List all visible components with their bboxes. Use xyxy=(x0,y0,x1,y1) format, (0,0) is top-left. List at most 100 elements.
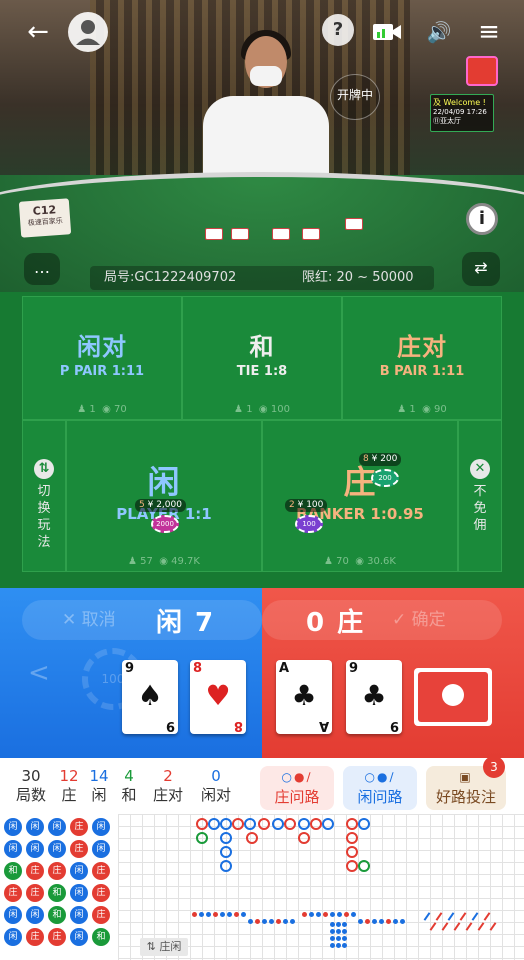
prev-arrow-icon[interactable]: < xyxy=(28,658,50,688)
small-road-dot xyxy=(192,912,197,917)
small-road-dot xyxy=(365,919,370,924)
table-name: 极速百家乐 xyxy=(27,216,64,228)
stats-bar: 30 局数 12 庄 14 闲 4和 2 庄对 0 闲对 ○●∕ 庄问路 ○●∕ 闲问路 … xyxy=(0,758,524,814)
small-road-dot xyxy=(227,912,232,917)
bead-banker: 庄 xyxy=(70,818,88,836)
tie-odds: TIE 1:8 xyxy=(236,364,288,379)
banker-pair-stats: ♟ 1 ◉ 90 xyxy=(397,404,447,415)
banker-score: 0 庄 xyxy=(306,608,366,638)
welcome-line-2: 22/04/09 17:26 xyxy=(433,108,487,116)
switch-mode-label: 切换玩法 xyxy=(37,484,51,550)
big-road-ring xyxy=(208,818,220,830)
small-road-dot xyxy=(323,912,328,917)
switch-view-icon[interactable]: ⇄ xyxy=(462,252,500,286)
bead-banker: 庄 xyxy=(70,840,88,858)
table-card xyxy=(205,228,223,240)
small-road-dot xyxy=(283,919,288,924)
big-road-ring xyxy=(220,846,232,858)
big-road-ring xyxy=(284,818,296,830)
round-info-bar: 局号:GC1222409702 限红: 20 ~ 50000 xyxy=(90,266,434,290)
small-road-dot xyxy=(386,919,391,924)
player-score: 闲 7 xyxy=(156,608,216,638)
table-card xyxy=(345,218,363,230)
bead-player: 闲 xyxy=(4,928,22,946)
bead-banker: 庄 xyxy=(92,884,110,902)
big-road-ring xyxy=(258,818,270,830)
table-card xyxy=(302,228,320,240)
banker-pair-odds: B PAIR 1:11 xyxy=(379,364,465,379)
round-number: 局号:GC1222409702 xyxy=(104,270,237,285)
small-road-dot xyxy=(336,929,341,934)
chat-icon[interactable]: … xyxy=(24,253,60,285)
bead-player: 闲 xyxy=(4,818,22,836)
small-road-dot xyxy=(330,912,335,917)
small-road-dot xyxy=(342,936,347,941)
bead-player: 闲 xyxy=(70,928,88,946)
player-chip: 2000 xyxy=(151,515,179,533)
avatar[interactable] xyxy=(68,12,108,52)
big-road-ring xyxy=(220,860,232,872)
player-pair-odds: P PAIR 1:11 xyxy=(59,364,145,379)
no-commission-button[interactable]: ✕ 不免佣 xyxy=(458,420,502,572)
small-road-dot xyxy=(342,943,347,948)
banker-chip-tag-2: 2 ¥ 100 xyxy=(285,499,328,512)
big-road-ring xyxy=(298,832,310,844)
table-sign: C12 极速百家乐 xyxy=(18,198,72,238)
bead-player: 闲 xyxy=(48,840,66,858)
back-icon[interactable]: ← xyxy=(20,12,56,52)
cancel-button[interactable]: ✕ 取消 xyxy=(22,600,262,640)
bead-player: 闲 xyxy=(70,906,88,924)
bet-banker-pair[interactable]: 庄对 B PAIR 1:11 ♟ 1 ◉ 90 xyxy=(342,296,502,420)
stat-player: 14 闲 xyxy=(89,767,109,805)
switch-mode-button[interactable]: ⇅ 切换玩法 xyxy=(22,420,66,572)
info-icon[interactable]: i xyxy=(466,203,498,235)
small-road-dot xyxy=(316,912,321,917)
player-chip-tag: 5 ¥ 2,000 xyxy=(135,499,186,512)
bet-player[interactable]: 闲 PLAYER 1:1 ♟ 57 ◉ 49.7K 5 ¥ 2,000 2000 xyxy=(66,420,262,572)
stat-tie: 4和 xyxy=(121,767,137,805)
player-pair-title: 闲对 xyxy=(77,333,127,361)
road-ask-toggle[interactable]: ⇅ 庄闲 xyxy=(140,938,188,956)
gift-icon[interactable] xyxy=(466,56,498,86)
player-ask-road-button[interactable]: ○●∕ 闲问路 xyxy=(343,766,417,810)
bet-player-pair[interactable]: 闲对 P PAIR 1:11 ♟ 1 ◉ 70 xyxy=(22,296,182,420)
small-road-dot xyxy=(330,943,335,948)
menu-icon[interactable]: ≡ xyxy=(472,12,506,52)
bead-banker: 庄 xyxy=(48,862,66,880)
big-road-ring xyxy=(346,846,358,858)
player-pair-stats: ♟ 1 ◉ 70 xyxy=(77,404,127,415)
betting-board: 闲对 P PAIR 1:11 ♟ 1 ◉ 70 和 TIE 1:8 ♟ 1 ◉ … xyxy=(0,292,524,588)
bead-player: 闲 xyxy=(26,906,44,924)
big-road-ring xyxy=(196,818,208,830)
banker-chip-1: 200 xyxy=(371,469,399,487)
small-road-dot xyxy=(330,922,335,927)
bead-tie: 和 xyxy=(48,884,66,902)
big-road-ring xyxy=(272,818,284,830)
help-icon[interactable]: ? xyxy=(322,14,354,46)
bet-banker[interactable]: 庄 BANKER 1:0.95 ♟ 70 ◉ 30.6K 8 ¥ 200 200… xyxy=(262,420,458,572)
small-road-dot xyxy=(336,943,341,948)
tie-title: 和 xyxy=(249,333,275,361)
switch-icon: ⇅ xyxy=(34,459,54,479)
welcome-panel: 及 Welcome ! 22/04/09 17:26 ⑪亚太厅 xyxy=(430,94,494,132)
video-icon[interactable] xyxy=(370,12,404,67)
banker-chip-2: 100 xyxy=(295,515,323,533)
bead-player: 闲 xyxy=(70,884,88,902)
big-road-ring xyxy=(244,818,256,830)
small-road-dot xyxy=(372,919,377,924)
small-road-dot xyxy=(336,922,341,927)
big-road-ring xyxy=(310,818,322,830)
bead-banker: 庄 xyxy=(48,928,66,946)
banker-chip-tag-1: 8 ¥ 200 xyxy=(359,453,402,466)
no-commission-label: 不免佣 xyxy=(473,484,487,533)
small-road-dot xyxy=(290,919,295,924)
bead-banker: 庄 xyxy=(92,906,110,924)
small-road-dot xyxy=(379,919,384,924)
big-road-ring xyxy=(220,818,232,830)
confirm-button[interactable]: ✓ 确定 xyxy=(262,600,502,640)
banker-ask-road-button[interactable]: ○●∕ 庄问路 xyxy=(260,766,334,810)
volume-icon[interactable]: 🔊 xyxy=(422,12,456,52)
ask-road-icons: ○●∕ xyxy=(364,770,396,784)
bet-tie[interactable]: 和 TIE 1:8 ♟ 1 ◉ 100 xyxy=(182,296,342,420)
bead-banker: 庄 xyxy=(4,884,22,902)
